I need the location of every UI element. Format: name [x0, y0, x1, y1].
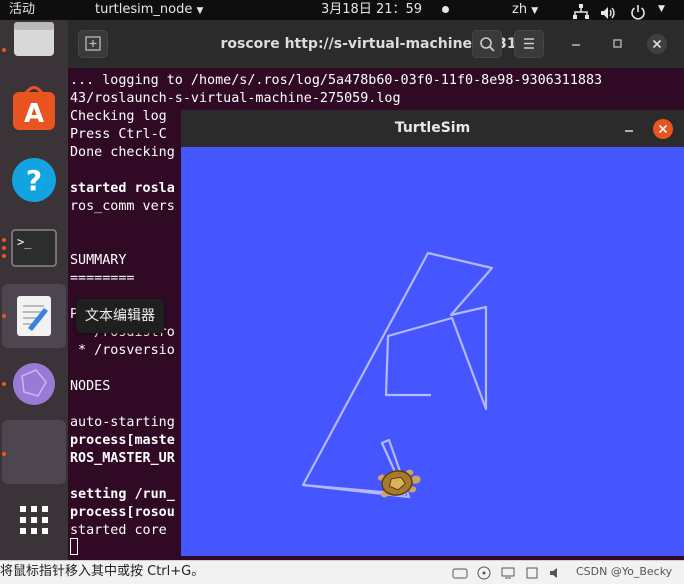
dock-color-app[interactable]: [2, 352, 66, 416]
capture-hint: 将鼠标指针移入其中或按 Ctrl+G。: [0, 564, 205, 579]
vm-status-bar: 将鼠标指针移入其中或按 Ctrl+G。 CSDN @Yo_Becky: [0, 560, 684, 584]
minimize-icon[interactable]: [568, 36, 584, 52]
terminal-cursor: [70, 538, 78, 555]
maximize-icon[interactable]: [610, 36, 626, 52]
show-apps-button[interactable]: [2, 490, 66, 554]
dock-software[interactable]: A: [2, 78, 66, 142]
close-icon[interactable]: [646, 33, 668, 55]
color-icon: [13, 363, 55, 405]
turtlesim-title: TurtleSim: [394, 120, 471, 136]
svg-text:?: ?: [26, 164, 42, 197]
dock-help[interactable]: ?: [2, 148, 66, 212]
search-button[interactable]: [472, 30, 502, 58]
top-bar: 活动 turtlesim_node ▼ 3月18日 21：59 zh ▼ ▼: [0, 0, 684, 20]
svg-text:>_: >_: [17, 235, 32, 249]
app-menu[interactable]: turtlesim_node ▼: [95, 0, 203, 20]
dock-terminal[interactable]: >_: [2, 216, 66, 280]
chevron-down-icon: ▼: [196, 6, 204, 16]
terminal-line: 43/roslaunch-s-virtual-machine-275059.lo…: [70, 91, 401, 106]
terminal-title: roscore http://s-virtual-machine:11311/: [220, 36, 532, 52]
optical-drive-icon[interactable]: [476, 565, 492, 580]
terminal-icon: >_: [11, 229, 57, 267]
turtlesim-background: [181, 147, 684, 556]
terminal-line: ... logging to /home/s/.ros/log/5a478b60…: [70, 73, 603, 88]
turtlesim-header: TurtleSim: [181, 110, 684, 147]
input-method-label: zh: [512, 2, 528, 17]
hdd-icon[interactable]: [452, 565, 468, 579]
menu-button[interactable]: [514, 30, 544, 58]
audio-icon[interactable]: [548, 565, 564, 579]
network-adapter-icon[interactable]: [500, 565, 516, 579]
dock-text-editor[interactable]: [2, 284, 66, 348]
app-menu-label: turtlesim_node: [95, 2, 193, 17]
dock-files[interactable]: [2, 10, 66, 74]
input-method-menu[interactable]: zh ▼: [512, 0, 538, 20]
network-icon[interactable]: [572, 2, 590, 22]
dock-blank-app[interactable]: [2, 420, 66, 484]
dock-tooltip: 文本编辑器: [76, 299, 164, 333]
help-icon: ?: [12, 158, 56, 202]
svg-text:A: A: [24, 99, 44, 129]
close-icon[interactable]: [652, 118, 674, 140]
minimize-icon[interactable]: [621, 121, 637, 137]
dock: A ? >_: [0, 20, 68, 560]
chevron-down-icon: ▼: [531, 6, 539, 16]
usb-icon[interactable]: [524, 565, 540, 579]
clock[interactable]: 3月18日 21：59: [321, 0, 422, 20]
turtlesim-canvas[interactable]: [181, 147, 684, 556]
power-icon[interactable]: [630, 2, 646, 22]
watermark: CSDN @Yo_Becky: [576, 565, 673, 578]
text-editor-icon: [17, 296, 51, 336]
system-menu-chevron-icon[interactable]: ▼: [658, 0, 665, 20]
notification-dot-icon: [442, 6, 449, 13]
files-icon: [14, 22, 54, 56]
show-apps-icon: [20, 506, 48, 534]
hamburger-icon: [524, 38, 534, 49]
terminal-header: roscore http://s-virtual-machine:11311/: [68, 20, 684, 68]
software-icon: A: [13, 86, 55, 130]
search-icon: [480, 37, 495, 52]
turtlesim-window[interactable]: TurtleSim: [181, 110, 684, 556]
